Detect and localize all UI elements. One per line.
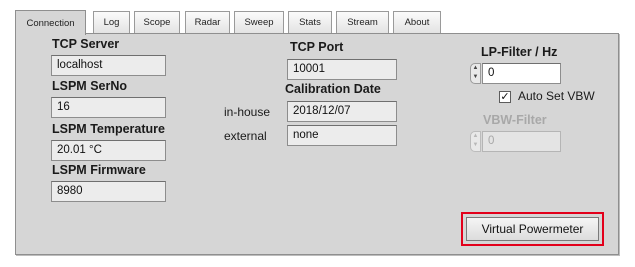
lspm-temperature-field[interactable]: 20.01 °C bbox=[51, 140, 166, 161]
vbw-filter-spinner[interactable]: ▲ ▼ bbox=[470, 131, 481, 152]
increment-arrow-icon[interactable]: ▲ bbox=[471, 64, 480, 73]
tab-stream[interactable]: Stream bbox=[336, 11, 389, 33]
lspm-serno-field[interactable]: 16 bbox=[51, 97, 166, 118]
decrement-arrow-icon[interactable]: ▼ bbox=[471, 141, 480, 150]
tcp-server-field[interactable]: localhost bbox=[51, 55, 166, 76]
calibration-date-label: Calibration Date bbox=[285, 82, 381, 96]
tab-stats[interactable]: Stats bbox=[288, 11, 332, 33]
tab-scope[interactable]: Scope bbox=[134, 11, 180, 33]
lspm-firmware-field[interactable]: 8980 bbox=[51, 181, 166, 202]
calibration-inhouse-label: in-house bbox=[224, 105, 271, 119]
calibration-external-field[interactable]: none bbox=[287, 125, 397, 146]
virtual-powermeter-button[interactable]: Virtual Powermeter bbox=[466, 217, 599, 241]
calibration-inhouse-field[interactable]: 2018/12/07 bbox=[287, 101, 397, 122]
tab-radar[interactable]: Radar bbox=[185, 11, 230, 33]
decrement-arrow-icon[interactable]: ▼ bbox=[471, 73, 480, 82]
lspm-temperature-label: LSPM Temperature bbox=[52, 122, 165, 136]
tab-connection[interactable]: Connection bbox=[15, 10, 86, 35]
tab-log[interactable]: Log bbox=[93, 11, 130, 33]
connection-panel: TCP Server localhost LSPM SerNo 16 LSPM … bbox=[15, 33, 619, 255]
vbw-filter-field[interactable]: 0 bbox=[482, 131, 561, 152]
lp-filter-spinner[interactable]: ▲ ▼ bbox=[470, 63, 481, 84]
lspm-firmware-label: LSPM Firmware bbox=[52, 163, 146, 177]
tab-sweep[interactable]: Sweep bbox=[234, 11, 284, 33]
checkmark-icon: ✓ bbox=[500, 91, 510, 103]
tcp-port-field[interactable]: 10001 bbox=[287, 59, 397, 80]
vbw-filter-label: VBW-Filter bbox=[483, 113, 547, 127]
tcp-port-label: TCP Port bbox=[290, 40, 344, 54]
lp-filter-field[interactable]: 0 bbox=[482, 63, 561, 84]
lspm-serno-label: LSPM SerNo bbox=[52, 79, 128, 93]
tab-about[interactable]: About bbox=[393, 11, 441, 33]
lp-filter-label: LP-Filter / Hz bbox=[481, 45, 558, 59]
increment-arrow-icon[interactable]: ▲ bbox=[471, 132, 480, 141]
auto-set-vbw-label: Auto Set VBW bbox=[518, 89, 595, 103]
auto-set-vbw-checkbox[interactable]: ✓ bbox=[499, 91, 511, 103]
calibration-external-label: external bbox=[224, 129, 267, 143]
tcp-server-label: TCP Server bbox=[52, 37, 120, 51]
